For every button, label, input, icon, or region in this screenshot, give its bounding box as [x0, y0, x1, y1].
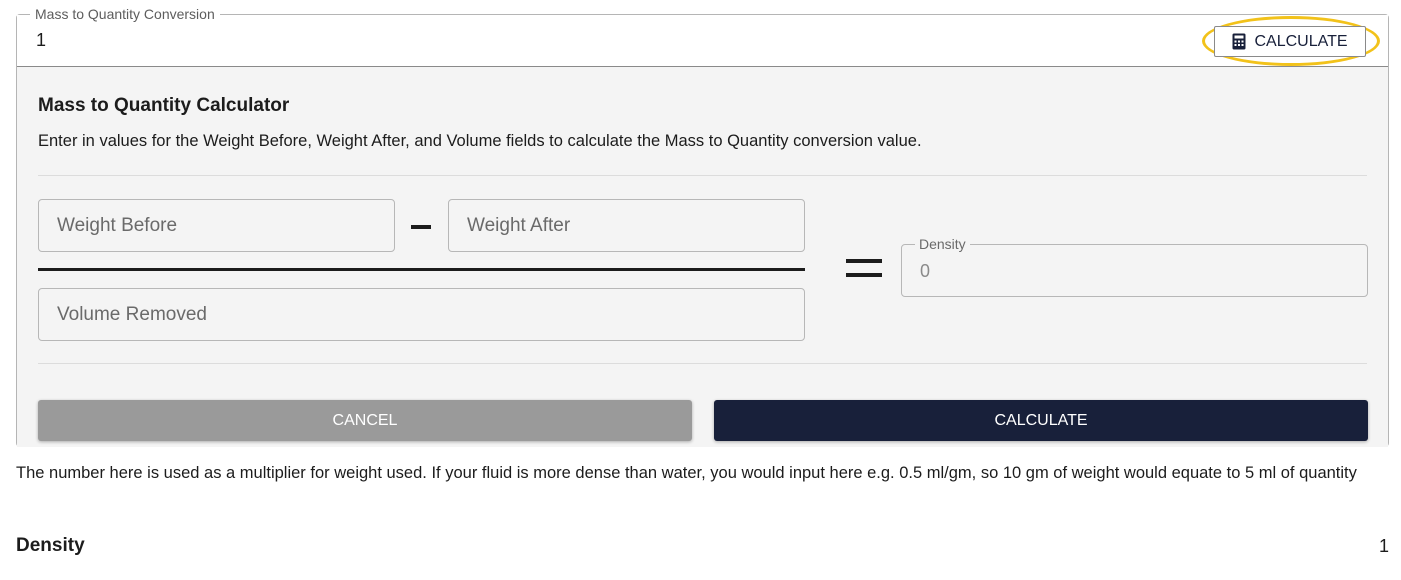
fraction-bar	[38, 268, 805, 271]
calculate-button[interactable]: CALCULATE	[714, 400, 1368, 441]
conversion-value[interactable]: 1	[36, 30, 46, 51]
density-summary-label: Density	[16, 535, 85, 556]
weight-after-field[interactable]	[448, 199, 805, 252]
cancel-button[interactable]: CANCEL	[38, 400, 692, 441]
volume-removed-field[interactable]	[38, 288, 805, 341]
calculator-description: Enter in values for the Weight Before, W…	[38, 132, 922, 150]
density-field: Density 0	[901, 236, 1368, 297]
density-field-label: Density	[915, 236, 970, 252]
conversion-field-label: Mass to Quantity Conversion	[30, 6, 220, 22]
mass-to-quantity-conversion-field: 1 CALCULATE Mass to Quantity Conversion …	[16, 6, 1389, 447]
divider-bottom	[38, 363, 1367, 364]
volume-removed-input[interactable]	[39, 289, 804, 340]
calculator-panel: Mass to Quantity Calculator Enter in val…	[17, 67, 1388, 447]
equals-sign	[846, 259, 882, 279]
weight-before-field[interactable]	[38, 199, 395, 252]
open-calculator-label: CALCULATE	[1254, 32, 1348, 50]
density-field-value: 0	[920, 261, 931, 281]
divider-top	[38, 175, 1367, 176]
weight-after-input[interactable]	[449, 200, 804, 251]
density-summary-value: 1	[1378, 536, 1389, 556]
help-text: The number here is used as a multiplier …	[16, 464, 1357, 482]
minus-sign	[411, 225, 431, 229]
weight-before-input[interactable]	[39, 200, 394, 251]
calculator-title: Mass to Quantity Calculator	[38, 95, 290, 116]
open-calculator-button[interactable]: CALCULATE	[1214, 26, 1366, 57]
conversion-input-row[interactable]: 1 CALCULATE	[17, 15, 1388, 67]
calculator-icon	[1232, 33, 1246, 50]
